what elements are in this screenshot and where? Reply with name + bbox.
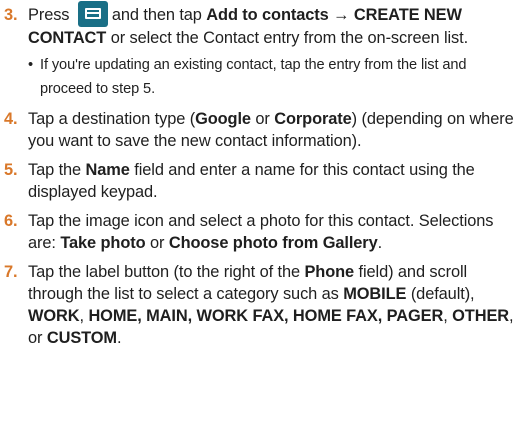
step-text: or [255, 109, 270, 128]
custom-label: CUSTOM [46, 328, 117, 347]
step-text: and then tap [111, 6, 202, 24]
corporate-label: Corporate [274, 109, 352, 128]
bullet-icon: • [28, 56, 34, 73]
phone-field-label: Phone [304, 262, 355, 281]
take-photo-label: Take photo [60, 233, 146, 252]
step-text: , [443, 306, 448, 325]
step-text: . [116, 328, 122, 347]
step-text: , [79, 306, 85, 325]
step-number: 5. [4, 160, 18, 179]
step-number: 3. [4, 6, 18, 24]
step-5: 5. Tap the Name field and enter a name f… [0, 159, 528, 203]
step-text: Tap the label button (to the right of th… [28, 262, 300, 281]
choose-photo-label: Choose photo from Gallery [168, 233, 378, 252]
sub-bullet-item: • If you're updating an existing contact… [28, 53, 522, 101]
step-text: or select the Contact entry from the on-… [110, 28, 469, 47]
step-text: Tap the [28, 160, 82, 179]
step-4: 4. Tap a destination type (Google or Cor… [0, 108, 528, 152]
step-6: 6. Tap the image icon and select a photo… [0, 210, 528, 254]
category-list-label: HOME, MAIN, WORK FAX, HOME FAX, PAGER [88, 306, 444, 325]
step-3: 3. Press and then tap Add to contacts → … [0, 0, 528, 101]
add-to-contacts-label: Add to contacts [206, 6, 329, 24]
step-text: Tap a destination type ( [28, 109, 196, 128]
step-number: 7. [4, 262, 18, 281]
step-number: 6. [4, 211, 18, 230]
menu-key-icon [77, 0, 108, 27]
arrow-icon: → [333, 6, 350, 24]
step-text: Press [28, 6, 70, 24]
work-label: WORK [28, 306, 80, 325]
google-label: Google [195, 109, 251, 128]
sub-bullet-text: If you're updating an existing contact, … [40, 56, 467, 97]
step-text: or [149, 233, 165, 252]
name-field-label: Name [85, 160, 130, 179]
step-number: 4. [4, 109, 18, 128]
step-7: 7. Tap the label button (to the right of… [0, 261, 528, 349]
step-text: (default), [410, 284, 475, 303]
instructions-page: 3. Press and then tap Add to contacts → … [0, 0, 528, 424]
mobile-label: MOBILE [343, 284, 407, 303]
step-text: . [377, 233, 383, 252]
other-label: OTHER [452, 306, 510, 325]
